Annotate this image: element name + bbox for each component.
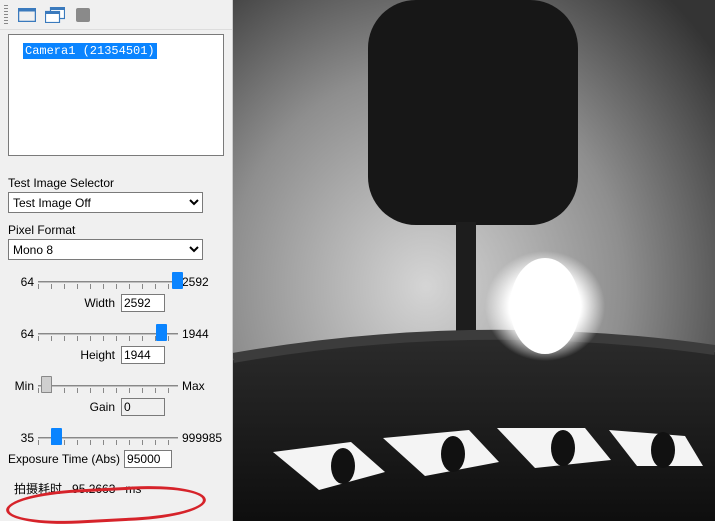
exposure-field-label: Exposure Time (Abs)	[8, 452, 120, 466]
gain-input	[121, 398, 165, 416]
capture-time-value: 95.2663	[72, 482, 115, 496]
gain-slider[interactable]	[38, 377, 178, 395]
height-slider-thumb[interactable]	[156, 324, 167, 341]
width-max-label: 2592	[182, 275, 224, 289]
camera-list[interactable]: Camera1 (21354501)	[8, 34, 224, 156]
left-panel: Camera1 (21354501) Test Image Selector T…	[0, 0, 233, 521]
controls-panel: Test Image Selector Test Image Off Pixel…	[0, 164, 232, 503]
stop-icon	[75, 7, 91, 23]
capture-time-unit: ms	[125, 482, 141, 496]
width-field-label: Width	[67, 296, 115, 310]
status-row: 拍摄耗时 95.2663 ms	[8, 480, 224, 497]
toolbar-grip	[4, 5, 8, 25]
pixel-format-combo[interactable]: Mono 8	[8, 239, 203, 260]
camera-list-item[interactable]: Camera1 (21354501)	[23, 43, 157, 59]
height-min-label: 64	[8, 327, 34, 341]
tool-stop-button[interactable]	[70, 3, 96, 27]
height-slider[interactable]	[38, 325, 178, 343]
height-max-label: 1944	[182, 327, 224, 341]
multi-window-icon	[45, 7, 65, 23]
gain-field-label: Gain	[67, 400, 115, 414]
tool-multi-window-button[interactable]	[42, 3, 68, 27]
camera-preview-image	[233, 0, 715, 521]
image-selector-label: Test Image Selector	[8, 176, 224, 190]
tool-single-window-button[interactable]	[14, 3, 40, 27]
single-window-icon	[18, 8, 36, 22]
exposure-max-label: 999985	[182, 431, 224, 445]
toolbar	[0, 0, 232, 30]
gain-slider-thumb[interactable]	[41, 376, 52, 393]
image-selector-combo[interactable]: Test Image Off	[8, 192, 203, 213]
exposure-min-label: 35	[8, 431, 34, 445]
exposure-slider-thumb[interactable]	[51, 428, 62, 445]
exposure-slider[interactable]	[38, 429, 178, 447]
pixel-format-label: Pixel Format	[8, 223, 224, 237]
height-input[interactable]	[121, 346, 165, 364]
width-min-label: 64	[8, 275, 34, 289]
width-input[interactable]	[121, 294, 165, 312]
gain-min-label: Min	[8, 379, 34, 393]
width-slider[interactable]	[38, 273, 178, 291]
height-field-label: Height	[67, 348, 115, 362]
preview-panel	[233, 0, 715, 521]
capture-time-label: 拍摄耗时	[14, 480, 62, 497]
exposure-input[interactable]	[124, 450, 172, 468]
gain-max-label: Max	[182, 379, 224, 393]
width-slider-thumb[interactable]	[172, 272, 183, 289]
